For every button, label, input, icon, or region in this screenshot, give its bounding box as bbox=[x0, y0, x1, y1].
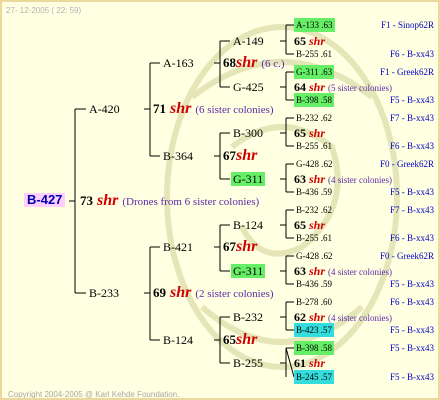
gen3-score-5: 65 shr bbox=[294, 218, 326, 232]
root-score-group: 73 shr (Drones from 6 sister colonies) bbox=[80, 192, 260, 209]
gen3-b124-name: B-124 bbox=[233, 218, 263, 232]
date-stamp: 27- 12-2005 ( 22: 59) bbox=[6, 6, 82, 15]
gen3-g311a-name: G-311 bbox=[231, 172, 266, 186]
leaf-10-label: F6 - B-xx43 bbox=[389, 233, 434, 243]
gen2-b421-score-group: 67shr bbox=[223, 238, 258, 255]
gen2-a163-shr: shr bbox=[236, 54, 258, 71]
gen2-b421-name: B-421 bbox=[163, 240, 193, 254]
leaf-6-label: F6 - B-xx43 bbox=[389, 141, 434, 151]
gen2-b364-score-group: 67shr bbox=[223, 147, 258, 164]
gen1-b-shr: shr bbox=[170, 284, 192, 301]
leaf-9-label: F7 - B-xx43 bbox=[389, 205, 434, 215]
gen1-a-name: A-420 bbox=[89, 102, 120, 116]
root-shr: shr bbox=[97, 192, 119, 209]
gen2-a163-name: A-163 bbox=[163, 56, 194, 70]
gen1-a-note: (6 sister colonies) bbox=[195, 104, 274, 116]
gen2-b421-score: 67 bbox=[223, 239, 236, 254]
gen3-score-1: 65 shr bbox=[294, 34, 326, 48]
gen1-b-note: (2 sister colonies) bbox=[195, 288, 274, 300]
gen2-b364-name: B-364 bbox=[163, 149, 193, 163]
leaf-7-label: F0 - Greek62R bbox=[380, 159, 434, 169]
gen2-b421-shr: shr bbox=[236, 238, 258, 255]
gen3-score-3: 65 shr bbox=[294, 126, 326, 140]
gen2-a163-score: 68 bbox=[223, 55, 236, 70]
gen1-a-shr: shr bbox=[170, 100, 192, 117]
gen2-a163-note: (6 c.) bbox=[261, 58, 285, 70]
gen3-a149-name: A-149 bbox=[233, 34, 264, 48]
gen3-b232-name: B-232 bbox=[233, 310, 263, 324]
leaf-12-label: F5 - B-xx43 bbox=[389, 279, 434, 289]
gen3-g311b-name: G-311 bbox=[231, 264, 266, 278]
leaf-8-label: F5 - B-xx43 bbox=[389, 187, 434, 197]
gen2-b124-shr: shr bbox=[236, 331, 258, 348]
gen3-b255-name: B-255 bbox=[233, 356, 263, 370]
root-score: 73 bbox=[80, 193, 93, 208]
root-note: (Drones from 6 sister colonies) bbox=[122, 196, 260, 208]
gen3-score-8: 61 shr bbox=[294, 356, 326, 370]
leaf-15-label: F5 - B-xx43 bbox=[389, 343, 434, 353]
leaf-4-label: F5 - B-xx43 bbox=[389, 95, 434, 105]
gen3-g425-name: G-425 bbox=[233, 80, 264, 94]
leaf-14-label: F5 - B-xx43 bbox=[389, 325, 434, 335]
leaf-1-label: F1 - Sinop62R bbox=[380, 20, 434, 30]
leaf-5-label: F7 - B-xx43 bbox=[389, 113, 434, 123]
leaf-2-label: F6 - B-xx43 bbox=[389, 49, 434, 59]
pedigree-chart: 27- 12-2005 ( 22: 59) B-427 73 shr (Dron… bbox=[0, 0, 440, 400]
gen2-b364-score: 67 bbox=[223, 148, 236, 163]
leaf-16-label: F5 - B-xx43 bbox=[389, 372, 434, 382]
gen2-a163-score-group: 68shr (6 c.) bbox=[223, 54, 285, 71]
gen1-a-score: 71 bbox=[153, 101, 166, 116]
gen1-a-score-group: 71 shr (6 sister colonies) bbox=[153, 100, 274, 117]
gen2-b124-name: B-124 bbox=[163, 333, 193, 347]
gen2-b124-score-group: 65shr bbox=[223, 331, 258, 348]
leaf-11-label: F0 - Greek62R bbox=[380, 251, 434, 261]
leaf-13-label: F6 - B-xx43 bbox=[389, 297, 434, 307]
root-queen-name: B-427 bbox=[24, 193, 66, 207]
gen2-b364-shr: shr bbox=[236, 147, 258, 164]
leaf-3-label: F1 - Greek62R bbox=[380, 67, 434, 77]
gen1-b-name: B-233 bbox=[89, 286, 119, 300]
copyright-notice: Copyright 2004-2005 @ Karl Kehde Foundat… bbox=[8, 390, 180, 399]
gen2-b124-score: 65 bbox=[223, 332, 236, 347]
gen1-b-score-group: 69 shr (2 sister colonies) bbox=[153, 284, 274, 301]
gen3-b300-name: B-300 bbox=[233, 126, 263, 140]
gen1-b-score: 69 bbox=[153, 285, 166, 300]
